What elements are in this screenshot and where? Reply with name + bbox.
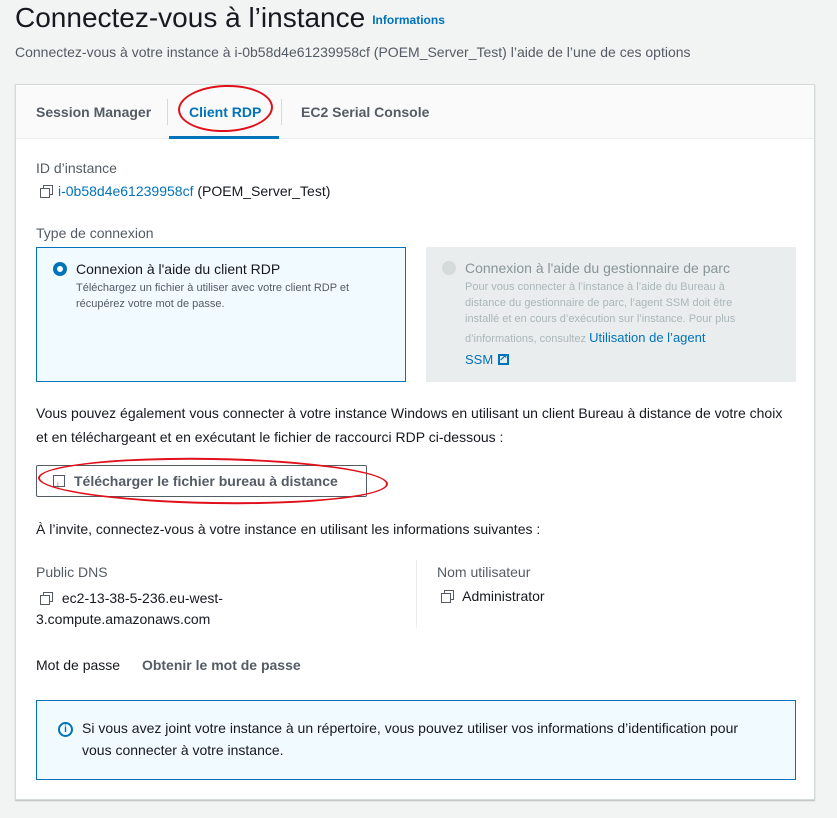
option-fleet-description: Pour vous connecter à l’instance à l’aid… <box>465 279 782 371</box>
username-text: Administrator <box>462 588 545 604</box>
instance-name: (POEM_Server_Test) <box>197 183 331 199</box>
alert-line: Si vous avez joint votre instance à un r… <box>82 720 739 736</box>
ssm-link[interactable]: SSM <box>465 352 493 367</box>
get-password-button[interactable]: Obtenir le mot de passe <box>142 657 301 673</box>
external-link-icon[interactable] <box>498 351 510 367</box>
public-dns-line: 3.compute.amazonaws.com <box>36 611 211 627</box>
radio-selected-icon[interactable] <box>53 262 67 276</box>
ssm-agent-link[interactable]: Utilisation de l’agent <box>589 330 705 345</box>
option-rdp-client[interactable]: Connexion à l'aide du client RDP Télécha… <box>36 247 406 382</box>
copy-icon[interactable] <box>40 185 53 198</box>
option-fleet-desc-line: Pour vous connecter à l’instance à l’aid… <box>465 281 725 293</box>
option-fleet-manager: Connexion à l'aide du gestionnaire de pa… <box>426 247 796 382</box>
option-fleet-desc-line: d’informations, consultez Utilisation de… <box>465 327 782 349</box>
download-rdp-file-button[interactable]: Télécharger le fichier bureau à distance <box>36 465 367 500</box>
rdp-intro-line: Vous pouvez également vous connecter à v… <box>36 405 783 421</box>
tab-divider <box>281 99 282 125</box>
page-title-text: Connectez-vous à l’instance <box>15 2 366 33</box>
tab-session-manager[interactable]: Session Manager <box>36 85 151 139</box>
option-fleet-desc-text: d’informations, consultez <box>465 333 587 345</box>
rdp-intro-line: et en téléchargeant et en exécutant le f… <box>36 429 504 445</box>
option-rdp-title: Connexion à l'aide du client RDP <box>76 261 281 277</box>
username-label: Nom utilisateur <box>437 564 531 580</box>
option-rdp-desc-line: Téléchargez un fichier à utiliser avec v… <box>76 282 350 294</box>
rdp-prompt: À l’invite, connectez-vous à votre insta… <box>36 521 541 537</box>
tab-ec2-serial-console[interactable]: EC2 Serial Console <box>301 85 429 139</box>
info-link[interactable]: Informations <box>372 13 445 27</box>
option-fleet-title: Connexion à l'aide du gestionnaire de pa… <box>465 260 730 276</box>
active-tab-indicator <box>169 136 279 139</box>
tab-client-rdp[interactable]: Client RDP <box>189 85 261 139</box>
copy-icon[interactable] <box>40 592 53 605</box>
option-fleet-desc-line: SSM <box>465 349 782 371</box>
tab-bar: Session Manager Client RDP EC2 Serial Co… <box>16 83 814 139</box>
public-dns-label: Public DNS <box>36 564 108 580</box>
connection-type-label: Type de connexion <box>36 225 154 241</box>
option-fleet-desc-line: distance du gestionnaire de parc, l’agen… <box>465 297 733 309</box>
instance-id-value: i-0b58d4e61239958cf (POEM_Server_Test) <box>40 183 330 199</box>
option-rdp-desc-line: récupérez votre mot de passe. <box>76 298 225 310</box>
tab-divider <box>167 99 168 125</box>
public-dns-value: ec2-13-38-5-236.eu-west- 3.compute.amazo… <box>36 588 223 630</box>
info-alert: i Si vous avez joint votre instance à un… <box>36 700 796 780</box>
copy-icon[interactable] <box>441 590 454 603</box>
download-button-label: Télécharger le fichier bureau à distance <box>74 473 338 489</box>
download-icon <box>53 470 65 500</box>
public-dns-text: ec2-13-38-5-236.eu-west- <box>61 590 223 606</box>
radio-disabled-icon <box>442 261 456 275</box>
page-subtitle: Connectez-vous à votre instance à i-0b58… <box>15 44 691 60</box>
option-rdp-description: Téléchargez un fichier à utiliser avec v… <box>76 280 391 312</box>
option-fleet-desc-line: installé et en cours d’exécution sur l’i… <box>465 313 736 325</box>
alert-line: vous connecter à votre instance. <box>82 742 284 758</box>
password-label: Mot de passe <box>36 657 121 673</box>
instance-id-label: ID d’instance <box>36 160 117 176</box>
instance-id-link[interactable]: i-0b58d4e61239958cf <box>58 183 193 199</box>
column-divider <box>416 560 417 628</box>
password-row: Mot de passe Obtenir le mot de passe <box>36 657 301 673</box>
rdp-intro: Vous pouvez également vous connecter à v… <box>36 401 806 449</box>
public-dns-line: ec2-13-38-5-236.eu-west- <box>40 588 223 609</box>
username-value: Administrator <box>441 588 545 604</box>
alert-text: Si vous avez joint votre instance à un r… <box>82 717 775 761</box>
info-icon: i <box>58 722 73 737</box>
page-title: Connectez-vous à l’instance Informations <box>15 2 445 34</box>
connect-panel: Session Manager Client RDP EC2 Serial Co… <box>15 83 815 800</box>
